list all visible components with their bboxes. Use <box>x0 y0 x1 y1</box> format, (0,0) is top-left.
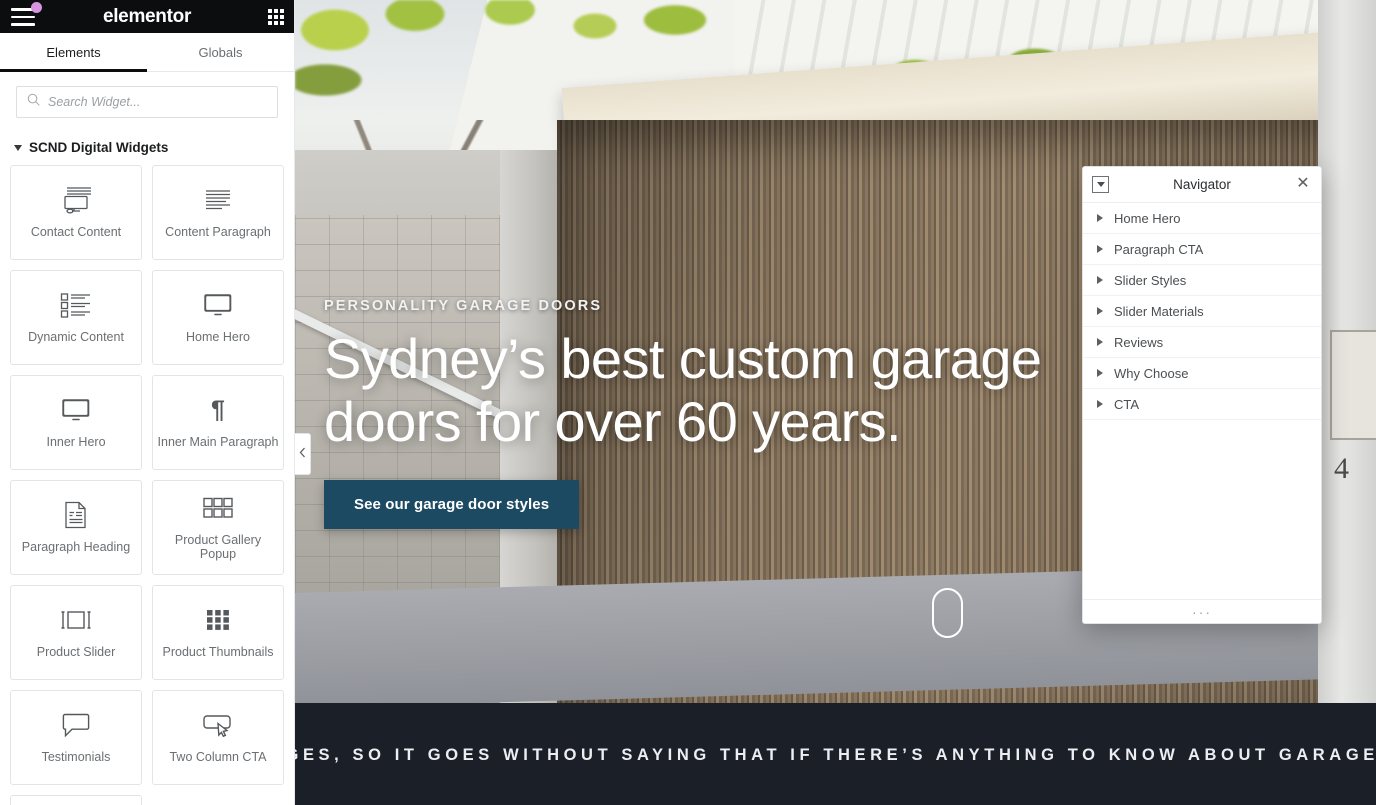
chevron-right-icon[interactable] <box>1097 338 1103 346</box>
elementor-editor: 4 PERSONALITY GARAGE DOORS Sydney’s best… <box>0 0 1376 805</box>
section-header-label: SCND Digital Widgets <box>29 140 169 155</box>
navigator-item-label: Home Hero <box>1114 210 1181 226</box>
widget-label: Two Column CTA <box>169 750 267 765</box>
navigator-item-label: CTA <box>1114 396 1140 412</box>
widget-label: Dynamic Content <box>28 330 124 345</box>
pilcrow-icon: ¶ <box>211 395 225 424</box>
search-area <box>0 72 294 118</box>
monitor-filled-icon <box>203 290 233 320</box>
hero-eyebrow: PERSONALITY GARAGE DOORS <box>324 298 603 314</box>
widget-label: Content Paragraph <box>165 225 271 240</box>
preview-right-wall: 4 <box>1318 0 1376 708</box>
widget-label: Product Thumbnails <box>162 645 274 660</box>
navigator-item-label: Why Choose <box>1114 365 1189 381</box>
widget-label: Testimonials <box>41 750 111 765</box>
widget-label: Product Slider <box>36 645 116 660</box>
widget-contact-content[interactable]: Contact Content <box>10 165 142 260</box>
text-lines-icon <box>204 185 232 215</box>
navigator-item-home-hero[interactable]: Home Hero <box>1083 203 1321 234</box>
widget-product-gallery-popup[interactable]: Product Gallery Popup <box>152 480 284 575</box>
preview-wall-panel <box>1330 330 1376 440</box>
navigator-item-slider-materials[interactable]: Slider Materials <box>1083 296 1321 327</box>
widget-paragraph-heading[interactable]: Paragraph Heading <box>10 480 142 575</box>
widget-label: Inner Hero <box>46 435 106 450</box>
navigator-panel[interactable]: Navigator ✕ Home Hero Paragraph CTA Slid… <box>1082 166 1322 624</box>
navigator-item-label: Paragraph CTA <box>1114 241 1204 257</box>
notification-dot-icon[interactable] <box>31 2 42 13</box>
monitor-filled-icon <box>61 395 91 425</box>
list-checkbox-icon <box>60 290 92 320</box>
apps-grid-icon[interactable] <box>268 9 284 25</box>
widget-home-hero[interactable]: Home Hero <box>152 270 284 365</box>
navigator-item-cta[interactable]: CTA <box>1083 389 1321 420</box>
search-icon <box>27 93 48 111</box>
navigator-item-label: Slider Styles <box>1114 272 1187 288</box>
marquee-section: AGES, SO IT GOES WITHOUT SAYING THAT IF … <box>295 703 1376 805</box>
hero-text-block: PERSONALITY GARAGE DOORS Sydney’s best c… <box>324 298 1054 530</box>
close-icon[interactable]: ✕ <box>1294 175 1312 193</box>
chevron-right-icon[interactable] <box>1097 400 1103 408</box>
collapse-all-icon[interactable] <box>1092 176 1109 193</box>
navigator-list: Home Hero Paragraph CTA Slider Styles Sl… <box>1083 203 1321 599</box>
document-text-icon <box>63 500 89 530</box>
widget-inner-hero[interactable]: Inner Hero <box>10 375 142 470</box>
widget-partially-visible[interactable] <box>10 795 142 805</box>
widget-label: Home Hero <box>186 330 250 345</box>
tab-globals-label: Globals <box>198 44 243 60</box>
hero-cta-button[interactable]: See our garage door styles <box>324 480 580 530</box>
navigator-header: Navigator ✕ <box>1083 167 1321 203</box>
widgets-panel: elementor Elements Globals Search Widget… <box>0 0 295 805</box>
widget-label: Product Gallery Popup <box>174 533 262 561</box>
navigator-item-slider-styles[interactable]: Slider Styles <box>1083 265 1321 296</box>
widget-content-paragraph[interactable]: Content Paragraph <box>152 165 284 260</box>
scroll-pill-icon[interactable] <box>932 588 963 638</box>
widget-product-thumbnails[interactable]: Product Thumbnails <box>152 585 284 680</box>
widget-inner-main-paragraph[interactable]: ¶ Inner Main Paragraph <box>152 375 284 470</box>
dots-grid-icon <box>206 605 230 635</box>
panel-header: elementor <box>0 0 294 33</box>
panel-tabs: Elements Globals <box>0 33 294 72</box>
chevron-right-icon[interactable] <box>1097 307 1103 315</box>
widget-label: Paragraph Heading <box>21 540 131 555</box>
speech-bubble-icon <box>62 710 90 740</box>
button-cursor-icon <box>202 710 234 740</box>
widget-product-slider[interactable]: Product Slider <box>10 585 142 680</box>
chevron-right-icon[interactable] <box>1097 369 1103 377</box>
tab-elements[interactable]: Elements <box>0 33 147 72</box>
navigator-title: Navigator <box>1173 177 1231 192</box>
navigator-item-label: Reviews <box>1114 334 1164 350</box>
search-box[interactable] <box>16 86 278 118</box>
widget-grid: Contact Content Content Paragraph Dynami… <box>0 165 294 805</box>
tab-globals[interactable]: Globals <box>147 33 294 71</box>
widget-label: Contact Content <box>30 225 122 240</box>
hero-headline: Sydney’s best custom garage doors for ov… <box>324 327 1042 453</box>
monitor-lines-icon <box>59 185 93 215</box>
tab-elements-label: Elements <box>46 44 101 60</box>
caret-down-icon <box>14 144 22 151</box>
preview-house-number: 4 <box>1334 452 1349 485</box>
chevron-right-icon[interactable] <box>1097 276 1103 284</box>
search-input[interactable] <box>48 95 267 109</box>
navigator-item-reviews[interactable]: Reviews <box>1083 327 1321 358</box>
widget-label: Inner Main Paragraph <box>157 435 279 450</box>
gallery-grid-icon <box>203 493 233 523</box>
widget-two-column-cta[interactable]: Two Column CTA <box>152 690 284 785</box>
widget-testimonials[interactable]: Testimonials <box>10 690 142 785</box>
section-header-scnd-digital-widgets[interactable]: SCND Digital Widgets <box>0 118 294 165</box>
marquee-text: AGES, SO IT GOES WITHOUT SAYING THAT IF … <box>295 746 1376 764</box>
chevron-right-icon[interactable] <box>1097 214 1103 222</box>
navigator-item-paragraph-cta[interactable]: Paragraph CTA <box>1083 234 1321 265</box>
navigator-item-why-choose[interactable]: Why Choose <box>1083 358 1321 389</box>
widget-dynamic-content[interactable]: Dynamic Content <box>10 270 142 365</box>
panel-collapse-button[interactable] <box>295 433 311 475</box>
chevron-left-icon <box>299 445 306 463</box>
elementor-logo: elementor <box>102 5 192 27</box>
navigator-resize-handle[interactable]: ··· <box>1083 599 1321 623</box>
navigator-item-label: Slider Materials <box>1114 303 1204 319</box>
slider-icon <box>60 605 92 635</box>
chevron-right-icon[interactable] <box>1097 245 1103 253</box>
